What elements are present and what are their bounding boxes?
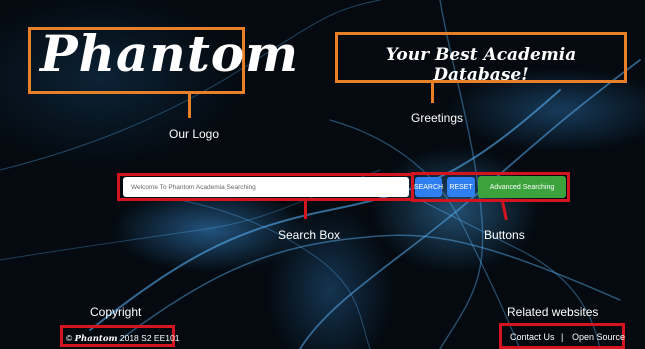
advanced-searching-button[interactable]: Advanced Searching [478,176,566,198]
search-box-annotation-label: Search Box [278,228,341,242]
greeting-annotation-label: Greetings [411,111,464,125]
logo[interactable]: Phantom [40,24,299,83]
contact-us-link[interactable]: Contact Us [510,332,555,342]
copyright-text: © Phantom 2018 S2 EE101 [66,333,179,344]
search-box-annotation-connector [304,201,307,219]
related-websites-annotation-label: Related websites [507,305,599,319]
greeting-annotation-connector [431,83,434,103]
open-source-link[interactable]: Open Source [572,332,625,342]
copyright-symbol: © [66,333,73,343]
greeting-text: Your Best Academia Database! [385,45,577,85]
copyright-annotation-label: Copyright [90,305,142,319]
logo-annotation-label: Our Logo [169,127,220,141]
logo-annotation-connector [188,94,191,118]
buttons-annotation-label: Buttons [484,228,525,242]
reset-button[interactable]: RESET [447,177,475,197]
search-button[interactable]: SEARCH [414,177,443,197]
copyright-year: 2018 S2 EE101 [119,333,180,343]
footer-separator: | [561,332,564,342]
copyright-brand: Phantom [74,334,118,344]
search-input[interactable] [123,177,409,197]
